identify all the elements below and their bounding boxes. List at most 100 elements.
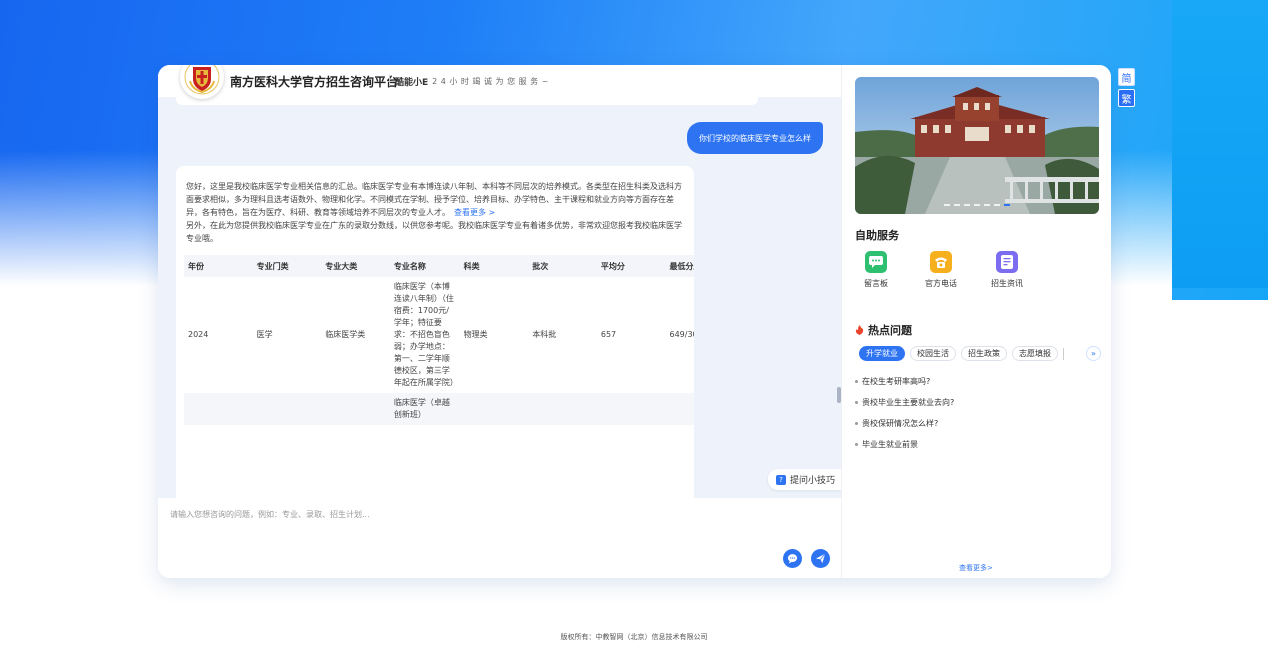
table-cell: 临床医学（本博连读八年制）（住宿费：1700元/学年；特征要求：不招色盲色弱；办… — [393, 282, 458, 387]
input-area — [158, 498, 841, 578]
table-cell: 临床医学类 — [325, 330, 366, 339]
table-cell — [459, 393, 529, 425]
double-chevron-right-icon: » — [1091, 349, 1096, 358]
table-header: 科类 — [463, 261, 480, 271]
table-cell: 649/3014 — [669, 330, 695, 339]
table-cell — [321, 393, 390, 425]
campus-photo — [855, 77, 1099, 214]
language-switch: 简 繁 — [1118, 68, 1135, 107]
bullet-icon — [855, 380, 858, 383]
question-text: 贵校保研情况怎么样? — [862, 419, 939, 428]
score-table: 年份 专业门类 专业大类 专业名称 科类 批次 平均分 最低分/位次 专业 — [184, 255, 694, 425]
official-phone-button[interactable]: 官方电话 — [919, 251, 963, 289]
bot-message-text: 您好，这里是我校临床医学专业相关信息的汇总。临床医学专业有本博连读八年制、本科等… — [186, 180, 682, 245]
table-cell: 医学 — [256, 330, 273, 339]
header-divider — [389, 75, 390, 86]
chat-header: 南方医科大学官方招生咨询平台 酷能小E · 2 4 小 时 竭 诚 为 您 服 … — [158, 65, 841, 99]
table-row: 2024 医学 临床医学类 临床医学（本博连读八年制）（住宿费：1700元/学年… — [184, 277, 694, 393]
banner-dot[interactable] — [944, 204, 950, 206]
tab-career[interactable]: 升学就业 — [859, 346, 905, 361]
hot-question-list: 在校生考研率高吗? 贵校毕业生主要就业去向? 贵校保研情况怎么样? 毕业生就业前… — [855, 371, 954, 455]
tab-campus-life[interactable]: 校园生活 — [910, 346, 956, 361]
see-more-link[interactable]: 查看更多 > — [454, 208, 495, 217]
table-header: 最低分/位次 — [669, 261, 695, 271]
main-card: 你们学校的临床医学专业怎么样 您好，这里是我校临床医学专业相关信息的汇总。临床医… — [158, 65, 1111, 578]
traditional-chinese-button[interactable]: 繁 — [1118, 89, 1135, 107]
list-item[interactable]: 在校生考研率高吗? — [855, 371, 954, 392]
chat-panel: 你们学校的临床医学专业怎么样 您好，这里是我校临床医学专业相关信息的汇总。临床医… — [158, 65, 841, 578]
bot-intro-text: 您好，这里是我校临床医学专业相关信息的汇总。临床医学专业有本博连读八年制、本科等… — [186, 182, 682, 217]
list-item[interactable]: 毕业生就业前景 — [855, 434, 954, 455]
banner-dot[interactable] — [984, 204, 990, 206]
admission-news-label: 招生资讯 — [991, 279, 1023, 288]
question-tips-button[interactable]: ? 提问小技巧 — [767, 469, 841, 490]
banner-dot[interactable] — [964, 204, 970, 206]
message-board-icon — [865, 251, 887, 273]
banner-dot[interactable] — [994, 204, 1000, 206]
table-cell: 657 — [600, 330, 617, 339]
question-text: 毕业生就业前景 — [862, 440, 918, 449]
table-cell: 物理类 — [463, 330, 488, 339]
question-text: 在校生考研率高吗? — [862, 377, 931, 386]
university-logo — [180, 65, 224, 99]
banner-dot-active[interactable] — [1004, 204, 1010, 206]
tab-admission-policy[interactable]: 招生政策 — [961, 346, 1007, 361]
tabs-divider — [1063, 348, 1064, 360]
message-board-button[interactable]: 留言板 — [854, 251, 898, 289]
table-header-row: 年份 专业门类 专业大类 专业名称 科类 批次 平均分 最低分/位次 专业 — [184, 255, 694, 277]
table-header: 批次 — [532, 261, 549, 271]
banner-dot[interactable] — [974, 204, 980, 206]
news-icon — [996, 251, 1018, 273]
bot-followup-text: 另外，在此为您提供我校临床医学专业在广东的录取分数线，以供您参考呢。我校临床医学… — [186, 221, 682, 243]
score-table-container[interactable]: 年份 专业门类 专业大类 专业名称 科类 批次 平均分 最低分/位次 专业 — [184, 255, 694, 425]
tabs-next-button[interactable]: » — [1086, 346, 1101, 361]
message-board-label: 留言板 — [864, 279, 888, 288]
simplified-chinese-button[interactable]: 简 — [1118, 68, 1135, 86]
banner-dot[interactable] — [954, 204, 960, 206]
table-header: 专业大类 — [325, 261, 358, 271]
fire-icon — [855, 325, 864, 335]
header-subtitle: · 2 4 小 时 竭 诚 为 您 服 务 ~ — [426, 77, 549, 86]
side-panel: 自助服务 留言板 官方电话 招生资讯 热点问题 升学就业 校园生活 招生政策 志… — [841, 65, 1111, 578]
question-text: 贵校毕业生主要就业去向? — [862, 398, 955, 407]
list-item[interactable]: 贵校保研情况怎么样? — [855, 413, 954, 434]
table-row: 临床医学（卓越创新班） — [184, 393, 694, 425]
bullet-icon — [855, 443, 858, 446]
table-header: 年份 — [188, 261, 204, 271]
hot-question-tabs: 升学就业 校园生活 招生政策 志愿填报 — [859, 346, 1064, 361]
list-item[interactable]: 贵校毕业生主要就业去向? — [855, 392, 954, 413]
table-cell — [184, 393, 253, 425]
admission-news-button[interactable]: 招生资讯 — [985, 251, 1029, 289]
table-header: 专业名称 — [393, 261, 426, 271]
table-cell: 2024 — [188, 330, 209, 339]
table-header: 平均分 — [600, 261, 625, 271]
tab-application[interactable]: 志愿填报 — [1012, 346, 1058, 361]
chat-input[interactable] — [170, 504, 770, 524]
chat-bubble-button[interactable] — [783, 549, 802, 568]
table-cell — [528, 393, 597, 425]
user-message-bubble: 你们学校的临床医学专业怎么样 — [687, 122, 823, 154]
bot-message-bubble: 您好，这里是我校临床医学专业相关信息的汇总。临床医学专业有本博连读八年制、本科等… — [176, 166, 694, 498]
previous-message-bubble — [176, 97, 758, 105]
table-cell: 临床医学（卓越创新班） — [389, 393, 460, 425]
background-right-block — [1172, 0, 1268, 288]
hot-questions-label: 热点问题 — [868, 324, 912, 337]
tips-label: 提问小技巧 — [789, 476, 835, 486]
chat-bubble-icon — [787, 554, 798, 564]
send-button[interactable] — [811, 549, 830, 568]
table-header: 专业门类 — [256, 261, 289, 271]
table-cell: 本科批 — [532, 330, 557, 339]
table-cell — [596, 393, 666, 425]
self-service-title: 自助服务 — [855, 229, 899, 242]
chat-messages[interactable]: 你们学校的临床医学专业怎么样 您好，这里是我校临床医学专业相关信息的汇总。临床医… — [158, 97, 841, 498]
table-cell — [665, 393, 694, 425]
bullet-icon — [855, 422, 858, 425]
hot-questions-title: 热点问题 — [855, 322, 912, 338]
campus-banner[interactable] — [855, 77, 1099, 214]
page-title: 南方医科大学官方招生咨询平台 — [230, 75, 399, 89]
send-icon — [815, 553, 826, 564]
phone-icon — [930, 251, 952, 273]
see-more-questions-link[interactable]: 查看更多> — [959, 563, 993, 573]
banner-pagination — [855, 204, 1099, 206]
assistant-brand: 酷能小E — [395, 78, 429, 88]
